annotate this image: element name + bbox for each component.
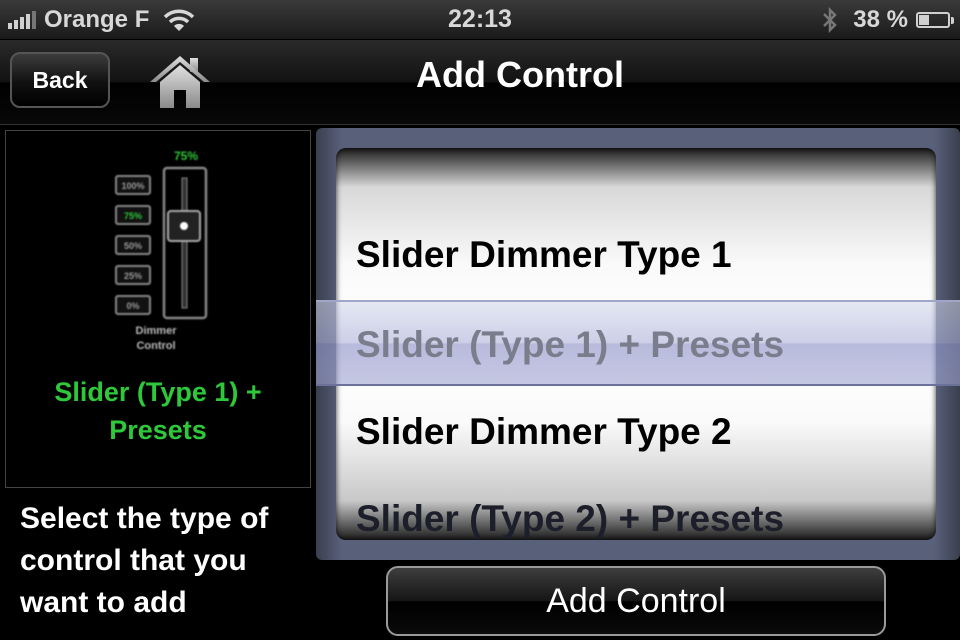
preset-label: 50%: [124, 241, 142, 251]
preset-label: 25%: [124, 271, 142, 281]
picker-row[interactable]: Slider Dimmer Type 1: [356, 234, 732, 276]
picker-row[interactable]: Slider (Type 2) + Presets: [356, 498, 784, 540]
preset-list: 100% 75% 50% 25% 0%: [115, 175, 151, 315]
bluetooth-icon: [823, 6, 838, 34]
back-button[interactable]: Back: [10, 52, 110, 108]
picker-row[interactable]: Slider Dimmer Type 2: [356, 411, 732, 453]
add-control-button[interactable]: Add Control: [386, 566, 886, 636]
preset-label: 0%: [126, 301, 139, 311]
page-title: Add Control: [416, 54, 624, 95]
slider-thumb: [167, 210, 201, 242]
status-right: 38 %: [821, 5, 954, 35]
navigation-bar: Back Add Control: [0, 40, 960, 125]
preview-caption-1: Dimmer: [136, 325, 178, 337]
battery-percent: 38 %: [853, 6, 908, 33]
preview-label-line2: Presets: [109, 415, 207, 445]
control-preview: 75% 100% 75% 50% 25% 0% Dimmer Control Slide…: [5, 130, 311, 488]
dimmer-preview-graphic: 75% 100% 75% 50% 25% 0% Dimmer Control: [115, 149, 208, 352]
battery-fill: [919, 15, 929, 25]
preview-label: Slider (Type 1) + Presets: [6, 373, 310, 449]
instructions-text: Select the type of control that you want…: [20, 502, 269, 619]
preset-label: 75%: [124, 211, 142, 221]
control-type-picker[interactable]: Slider Dimmer Type 1 Slider Dimmer Type …: [316, 128, 960, 560]
preview-caption-2: Control: [136, 340, 175, 352]
home-icon[interactable]: [148, 52, 212, 112]
picker-selected-row[interactable]: Slider (Type 1) + Presets: [356, 324, 784, 366]
preview-label-line1: Slider (Type 1) +: [54, 377, 262, 407]
status-time: 22:13: [448, 5, 512, 33]
preset-label: 100%: [121, 181, 144, 191]
status-bar: Orange F 22:13 38 %: [0, 0, 960, 40]
slider-groove: [181, 177, 188, 309]
battery-icon: [916, 12, 954, 28]
preview-percent-label: 75%: [174, 149, 198, 163]
